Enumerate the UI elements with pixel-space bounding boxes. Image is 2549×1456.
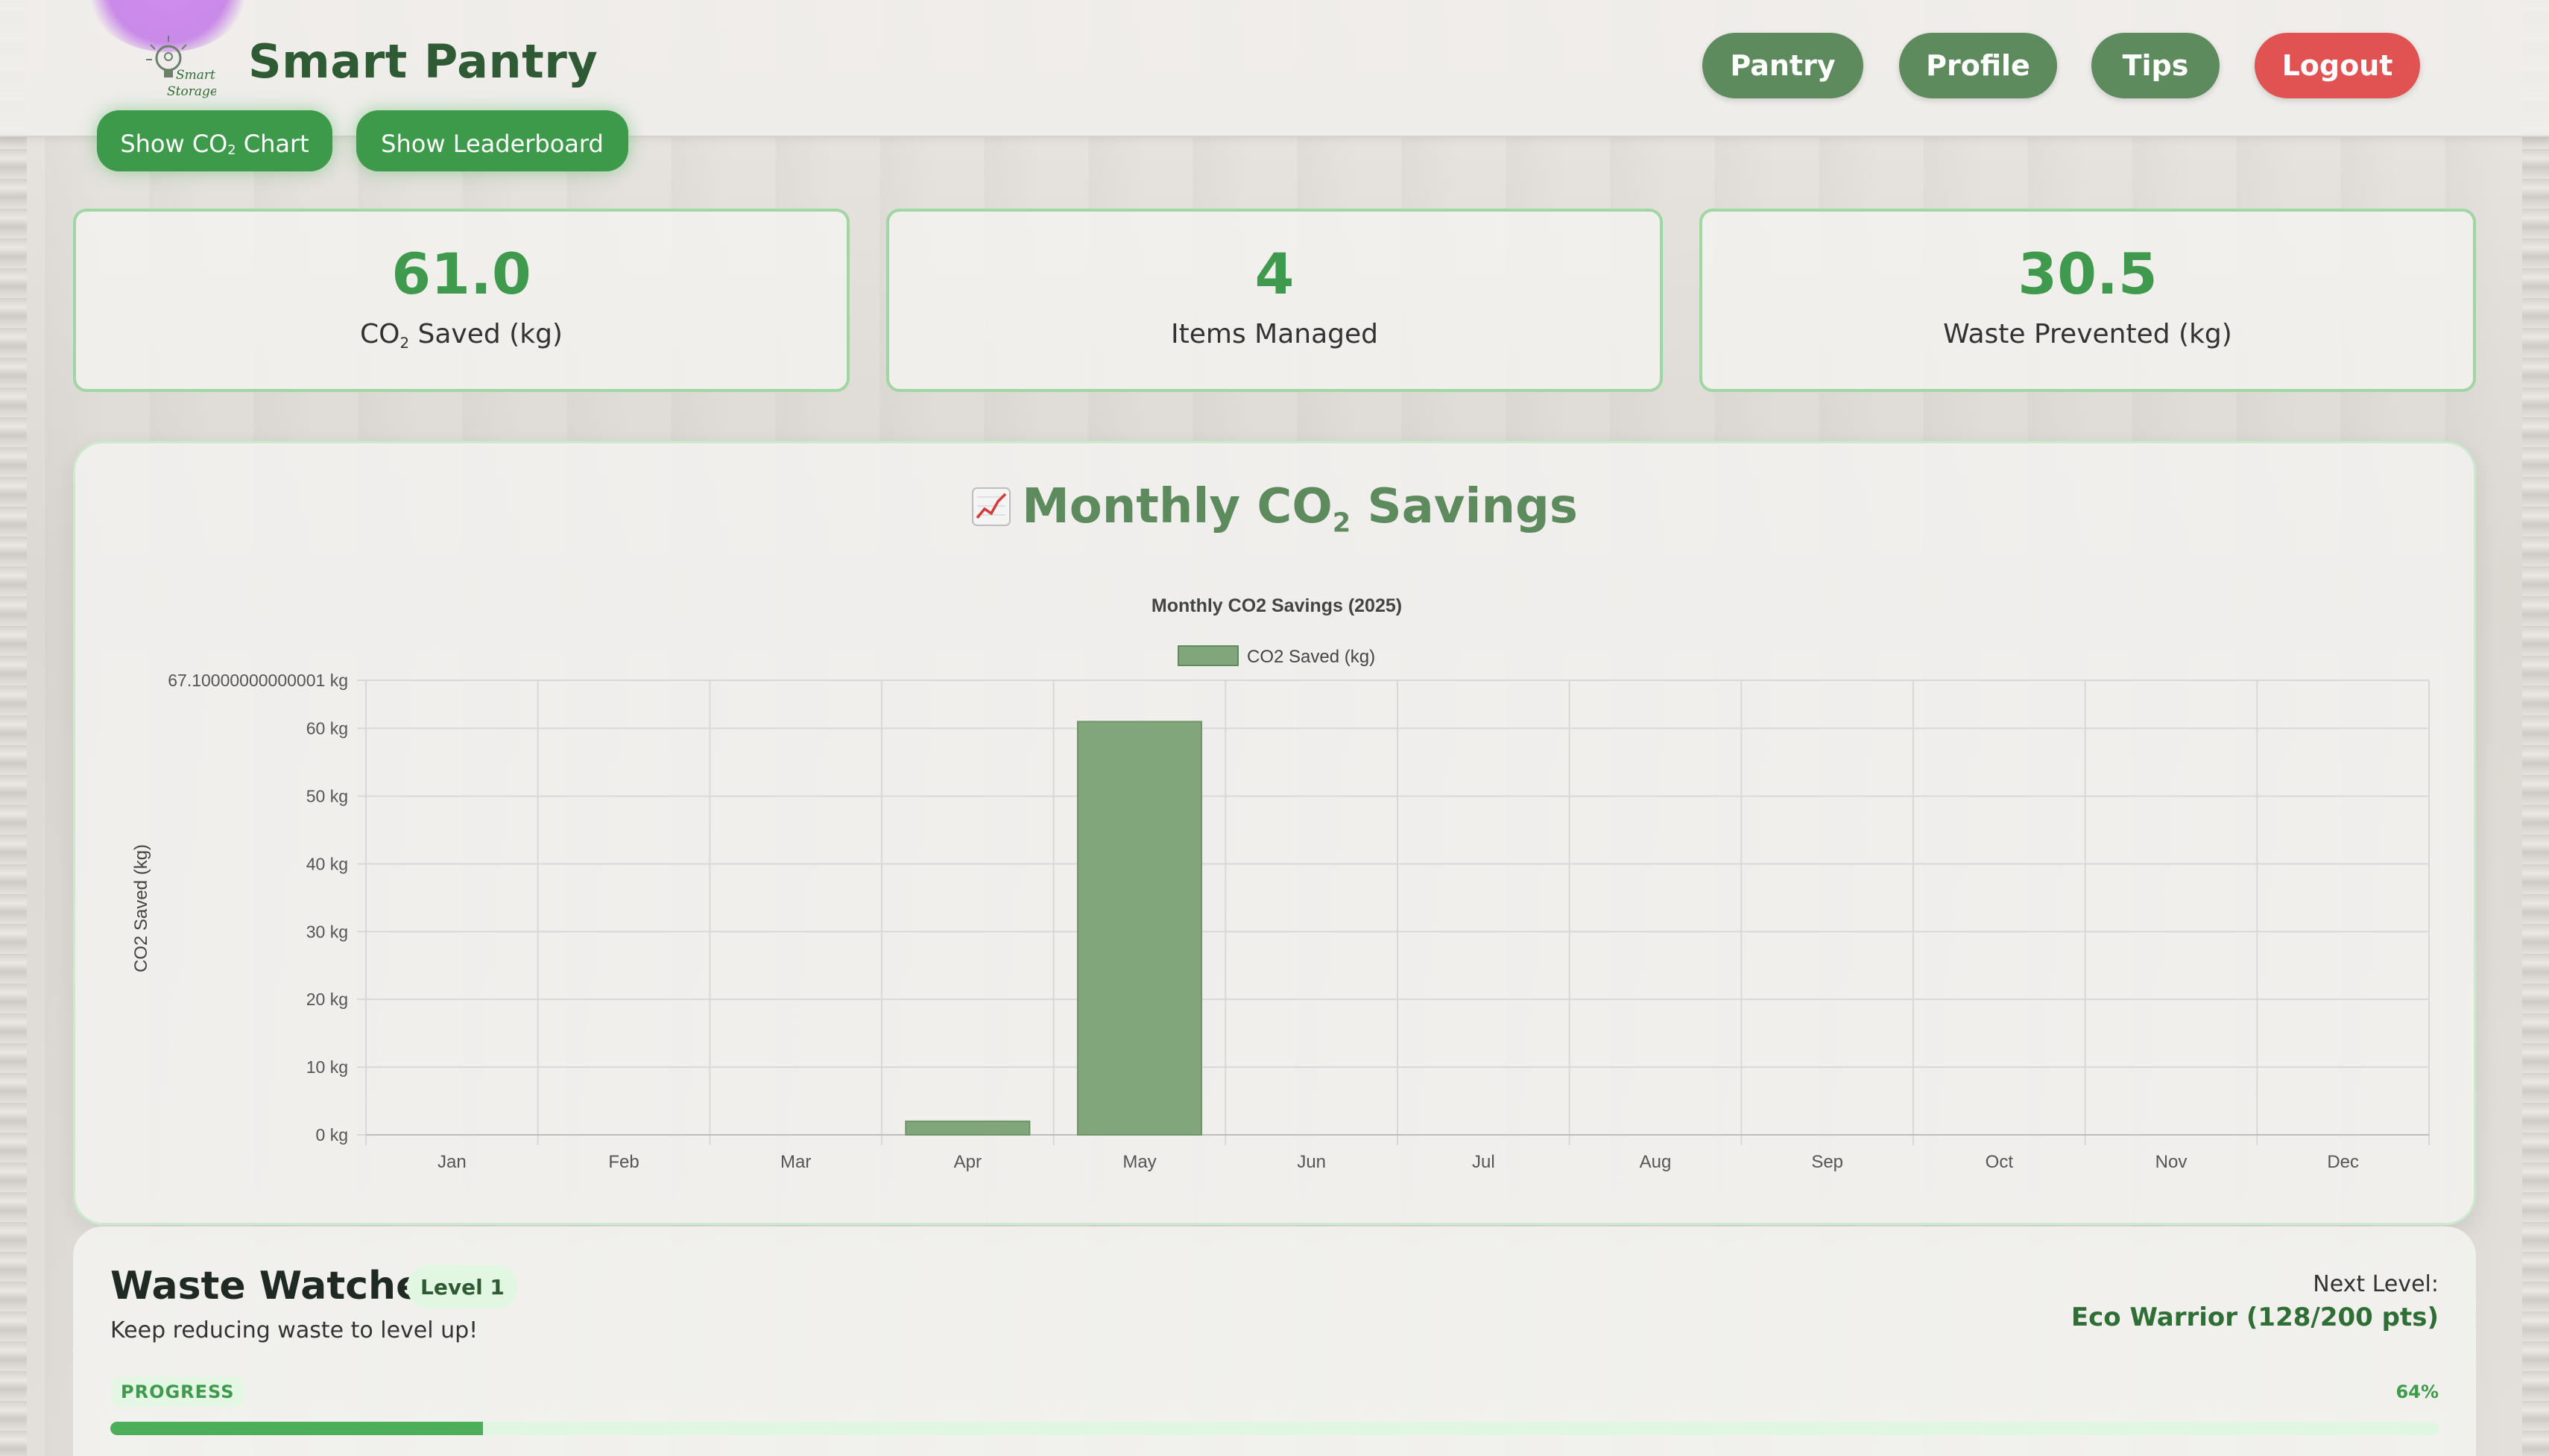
co2-chart-panel: Monthly CO2 Savings Monthly CO2 Savings …: [73, 441, 2476, 1225]
bar-may[interactable]: [1076, 721, 1203, 1136]
y-tick-label: 0 kg: [316, 1125, 348, 1145]
y-tick-label: 40 kg: [306, 854, 348, 873]
x-tick-label: Mar: [780, 1152, 811, 1172]
level-subtitle: Keep reducing waste to level up!: [110, 1317, 478, 1343]
y-tick-label: 60 kg: [306, 719, 348, 738]
x-tick-label: Dec: [2327, 1152, 2359, 1172]
show-co2-chart-label-post: Chart: [236, 130, 309, 158]
co2-bar-chart: Monthly CO2 Savings (2025) CO2 Saved (kg…: [131, 595, 2430, 1172]
stat-label-co2-pre: CO: [360, 319, 400, 349]
logo-text-smart: Smart: [176, 68, 215, 83]
level-panel: Waste Watcher Level 1 Keep reducing wast…: [73, 1226, 2476, 1456]
y-tick-label: 20 kg: [306, 990, 348, 1009]
y-tick-label: 10 kg: [306, 1057, 348, 1077]
stat-label-waste-prevented: Waste Prevented (kg): [1943, 319, 2232, 349]
nav-pantry-button[interactable]: Pantry: [1702, 33, 1863, 98]
stat-card-waste-prevented: 30.5 Waste Prevented (kg): [1699, 209, 2476, 392]
logout-button[interactable]: Logout: [2255, 33, 2420, 98]
x-tick-label: May: [1122, 1152, 1156, 1172]
legend-swatch: [1178, 645, 1239, 666]
y-tick-label: 50 kg: [306, 786, 348, 805]
chart-title: Monthly CO2 Savings (2025): [1152, 595, 1402, 616]
level-badge: Level 1: [407, 1265, 518, 1308]
next-level-label: Next Level:: [2313, 1271, 2439, 1297]
x-tick-label: Jun: [1297, 1152, 1326, 1172]
progress-bar-fill: [110, 1422, 483, 1435]
stat-value-items-managed: 4: [1254, 241, 1295, 307]
show-co2-chart-button[interactable]: Show CO 2 Chart: [97, 110, 332, 171]
x-tick-label: Aug: [1640, 1152, 1672, 1172]
level-title: Waste Watcher: [110, 1264, 441, 1308]
smart-storage-logo: Smart Storage: [146, 36, 216, 99]
x-tick-label: Nov: [2155, 1152, 2188, 1172]
show-leaderboard-label: Show Leaderboard: [381, 130, 604, 158]
stat-label-co2-sub: 2: [399, 334, 410, 352]
stat-card-items-managed: 4 Items Managed: [886, 209, 1663, 392]
chart-y-ticks: 0 kg 10 kg 20 kg 30 kg 40 kg 50 kg 60 kg 67.100…: [168, 671, 348, 1145]
show-leaderboard-button[interactable]: Show Leaderboard: [356, 110, 628, 171]
show-co2-chart-label-pre: Show CO: [120, 130, 228, 158]
stat-label-co2-post: Saved (kg): [409, 319, 563, 349]
stat-value-waste-prevented: 30.5: [2018, 241, 2158, 307]
x-tick-label: Feb: [608, 1152, 639, 1172]
background-edge-right: [2522, 0, 2549, 1456]
bar-apr[interactable]: [905, 1120, 1031, 1136]
next-level-value: Eco Warrior (128/200 pts): [2071, 1303, 2439, 1332]
x-tick-label: Sep: [1811, 1152, 1843, 1172]
nav-tips-button[interactable]: Tips: [2091, 33, 2220, 98]
stat-card-co2-saved: 61.0 CO2 Saved (kg): [73, 209, 850, 392]
x-tick-label: Oct: [1986, 1152, 2014, 1172]
progress-percent: 64%: [2395, 1381, 2439, 1402]
progress-label: PROGRESS: [110, 1377, 245, 1407]
stat-label-co2-saved: CO2 Saved (kg): [76, 319, 847, 352]
stat-value-co2-saved: 61.0: [391, 241, 531, 307]
show-co2-chart-label-sub: 2: [227, 143, 236, 158]
app-title: Smart Pantry: [248, 34, 598, 89]
x-tick-label: Apr: [954, 1152, 982, 1172]
y-tick-label: 30 kg: [306, 922, 348, 941]
legend-label: CO2 Saved (kg): [1247, 647, 1375, 667]
x-tick-label: Jan: [438, 1152, 467, 1172]
y-tick-label: 67.10000000000001 kg: [168, 671, 348, 690]
progress-bar: [110, 1422, 2439, 1435]
background-edge-left: [0, 0, 27, 1456]
chart-x-ticks: Jan Feb Mar Apr May Jun Jul Aug Sep Oct Nov Dec: [438, 1152, 2359, 1172]
chart-legend: CO2 Saved (kg): [1178, 645, 1375, 667]
chart-y-axis-label: CO2 Saved (kg): [131, 844, 151, 972]
logo-text-storage: Storage: [167, 84, 216, 99]
chart-grid: [357, 680, 2430, 1145]
stat-label-items-managed: Items Managed: [1171, 319, 1378, 349]
nav-profile-button[interactable]: Profile: [1899, 33, 2057, 98]
x-tick-label: Jul: [1472, 1152, 1495, 1172]
